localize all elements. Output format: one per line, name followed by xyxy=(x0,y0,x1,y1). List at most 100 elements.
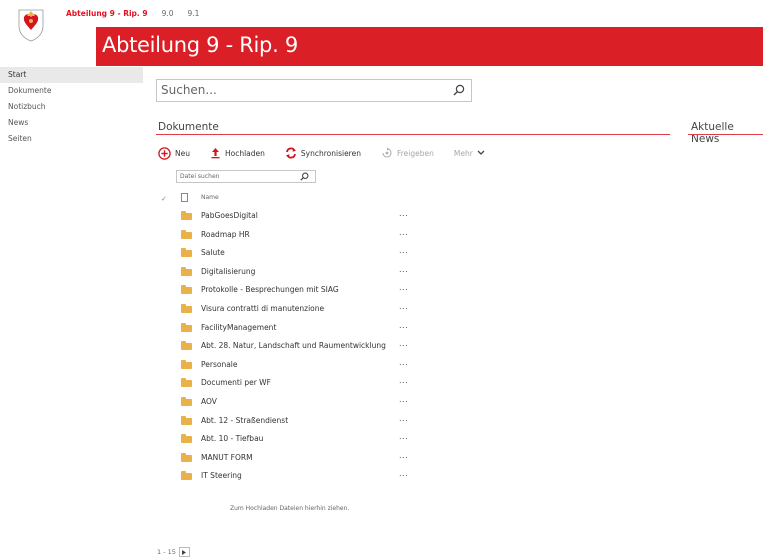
top-navigation: Abteilung 9 - Rip. 9 9.0 9.1 xyxy=(66,9,199,18)
list-item[interactable]: Protokolle - Besprechungen mit SIAG... xyxy=(156,282,416,300)
folder-name-link[interactable]: Abt. 28. Natur, Landschaft und Raumentwi… xyxy=(201,341,386,350)
item-menu-button[interactable]: ... xyxy=(399,414,408,423)
site-search-placeholder: Suchen... xyxy=(161,83,217,97)
sync-button-label: Synchronisieren xyxy=(300,148,361,158)
news-heading[interactable]: Aktuelle News xyxy=(691,121,763,145)
search-icon[interactable] xyxy=(300,172,309,181)
item-menu-button[interactable]: ... xyxy=(399,246,408,255)
share-button[interactable]: Freigeben xyxy=(381,146,434,160)
list-item[interactable]: Personale... xyxy=(156,357,416,375)
sync-icon xyxy=(285,147,296,159)
folder-name-link[interactable]: PabGoesDigital xyxy=(201,211,258,220)
item-menu-button[interactable]: ... xyxy=(399,469,408,478)
item-menu-button[interactable]: ... xyxy=(399,209,408,218)
item-menu-button[interactable]: ... xyxy=(399,451,408,460)
folder-name-link[interactable]: Digitalisierung xyxy=(201,267,255,276)
leftnav-item-news[interactable]: News xyxy=(0,115,143,131)
list-item[interactable]: Roadmap HR... xyxy=(156,227,416,245)
item-menu-button[interactable]: ... xyxy=(399,265,408,274)
list-item[interactable]: Abt. 10 - Tiefbau... xyxy=(156,431,416,449)
folder-icon xyxy=(181,285,192,295)
list-item[interactable]: Abt. 28. Natur, Landschaft und Raumentwi… xyxy=(156,338,416,356)
pager: 1 - 15 xyxy=(157,547,190,557)
column-header-name[interactable]: Name xyxy=(201,194,219,201)
folder-name-link[interactable]: Abt. 12 - Straßendienst xyxy=(201,416,288,425)
documents-divider xyxy=(156,134,670,135)
upload-button-label: Hochladen xyxy=(224,148,265,158)
site-search-input[interactable]: Suchen... xyxy=(156,79,472,102)
folder-icon xyxy=(181,452,192,462)
folder-icon xyxy=(181,229,192,239)
item-menu-button[interactable]: ... xyxy=(399,302,408,311)
folder-icon xyxy=(181,359,192,369)
item-menu-button[interactable]: ... xyxy=(399,395,408,404)
folder-name-link[interactable]: Protokolle - Besprechungen mit SIAG xyxy=(201,285,339,294)
top-nav-link-9-0[interactable]: 9.0 xyxy=(162,9,174,18)
item-menu-button[interactable]: ... xyxy=(399,432,408,441)
folder-name-link[interactable]: Salute xyxy=(201,248,225,257)
folder-name-link[interactable]: MANUT FORM xyxy=(201,453,253,462)
folder-name-link[interactable]: Roadmap HR xyxy=(201,230,250,239)
share-icon xyxy=(382,147,392,158)
more-button[interactable]: Mehr xyxy=(454,146,485,160)
site-banner: Abteilung 9 - Rip. 9 xyxy=(96,27,763,66)
folder-name-link[interactable]: Abt. 10 - Tiefbau xyxy=(201,434,263,443)
folder-name-link[interactable]: Visura contratti di manutenzione xyxy=(201,304,324,313)
item-menu-button[interactable]: ... xyxy=(399,358,408,367)
list-item[interactable]: Visura contratti di manutenzione... xyxy=(156,301,416,319)
folder-icon xyxy=(181,304,192,313)
file-search-placeholder: Datei suchen xyxy=(180,173,220,180)
folder-name-link[interactable]: IT Steering xyxy=(201,471,242,480)
folder-icon xyxy=(181,434,192,444)
select-all-checkmark-icon[interactable]: ✓ xyxy=(161,195,167,203)
leftnav-item-seiten[interactable]: Seiten xyxy=(0,131,143,147)
folder-icon xyxy=(181,248,192,258)
folder-icon xyxy=(181,266,192,276)
upload-button[interactable]: Hochladen xyxy=(210,146,265,160)
leftnav-item-dokumente[interactable]: Dokumente xyxy=(0,83,143,99)
new-button[interactable]: Neu xyxy=(158,146,190,160)
list-item[interactable]: Salute... xyxy=(156,245,416,263)
site-title[interactable]: Abteilung 9 - Rip. 9 xyxy=(102,33,298,57)
list-item[interactable]: Digitalisierung... xyxy=(156,264,416,282)
item-menu-button[interactable]: ... xyxy=(399,339,408,348)
folder-icon xyxy=(181,415,192,425)
search-icon[interactable] xyxy=(453,84,465,96)
item-menu-button[interactable]: ... xyxy=(399,228,408,237)
top-nav-link-9-1[interactable]: 9.1 xyxy=(188,9,200,18)
site-logo[interactable] xyxy=(17,8,45,42)
folder-icon xyxy=(181,397,192,406)
more-button-label: Mehr xyxy=(453,148,473,158)
sync-button[interactable]: Synchronisieren xyxy=(285,146,361,160)
item-menu-button[interactable]: ... xyxy=(399,376,408,385)
folder-name-link[interactable]: AOV xyxy=(201,397,217,406)
folder-icon xyxy=(181,341,192,351)
news-divider xyxy=(688,134,763,135)
folder-name-link[interactable]: FacilityManagement xyxy=(201,323,276,332)
folder-icon xyxy=(181,471,192,481)
folder-name-link[interactable]: Documenti per WF xyxy=(201,378,271,387)
folder-name-link[interactable]: Personale xyxy=(201,360,238,369)
list-item[interactable]: Documenti per WF... xyxy=(156,375,416,393)
list-item[interactable]: Abt. 12 - Straßendienst... xyxy=(156,413,416,431)
drop-zone-hint: Zum Hochladen Dateien hierhin ziehen. xyxy=(230,505,350,512)
leftnav-item-start[interactable]: Start xyxy=(0,67,143,83)
list-item[interactable]: IT Steering... xyxy=(156,468,416,486)
list-item[interactable]: AOV... xyxy=(156,394,416,412)
next-page-button[interactable] xyxy=(178,547,190,557)
folder-icon xyxy=(181,211,192,220)
top-nav-site[interactable]: Abteilung 9 - Rip. 9 xyxy=(66,9,148,18)
plus-circle-icon xyxy=(158,146,171,160)
chevron-down-icon xyxy=(477,150,485,155)
leftnav-item-notizbuch[interactable]: Notizbuch xyxy=(0,99,143,115)
list-item[interactable]: FacilityManagement... xyxy=(156,320,416,338)
documents-heading[interactable]: Dokumente xyxy=(158,121,219,133)
item-menu-button[interactable]: ... xyxy=(399,321,408,330)
item-menu-button[interactable]: ... xyxy=(399,283,408,292)
file-search-input[interactable]: Datei suchen xyxy=(176,170,316,183)
new-button-label: Neu xyxy=(175,148,190,158)
list-item[interactable]: MANUT FORM... xyxy=(156,450,416,468)
upload-arrow-icon xyxy=(211,148,220,159)
list-item[interactable]: PabGoesDigital... xyxy=(156,208,416,226)
document-type-icon xyxy=(181,193,188,202)
